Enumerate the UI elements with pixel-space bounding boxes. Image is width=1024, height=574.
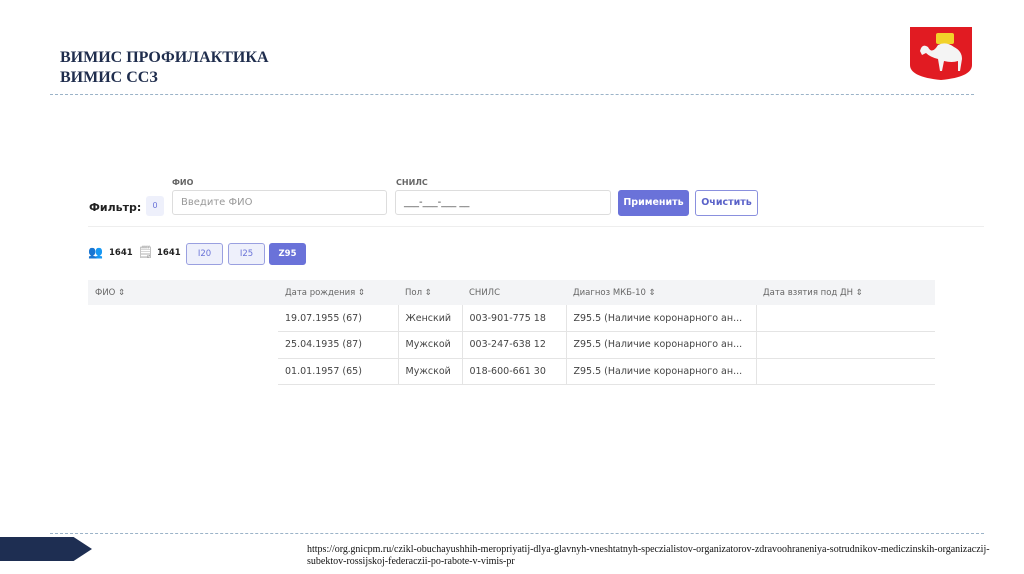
cell-dn-date (756, 331, 935, 359)
snils-label: СНИЛС (396, 178, 428, 187)
filter-label: Фильтр: (89, 201, 142, 214)
title-line-1: ВИМИС ПРОФИЛАКТИКА (60, 49, 269, 66)
cell-fio (88, 305, 278, 332)
records-count: 1641 (157, 248, 181, 258)
chip-z95[interactable]: Z95 (269, 243, 306, 265)
cell-diagnosis: Z95.5 (Наличие коронарного ан... (566, 331, 757, 359)
fio-input[interactable]: Введите ФИО (172, 190, 387, 215)
cell-snils: 003-247-638 12 (462, 331, 567, 359)
cell-birthdate: 01.01.1957 (65) (278, 358, 399, 385)
users-icon: 👥 (88, 245, 103, 259)
col-sex[interactable]: Пол ⇕ (398, 280, 462, 305)
footer-divider (50, 533, 984, 534)
col-diagnosis[interactable]: Диагноз МКБ-10 ⇕ (566, 280, 756, 305)
arrow-decoration-icon (0, 537, 92, 561)
snils-input[interactable]: ___-___-___ __ (395, 190, 611, 215)
col-fio[interactable]: ФИО ⇕ (88, 280, 278, 305)
table-row[interactable]: 01.01.1957 (65) Мужской 018-600-661 30 Z… (88, 358, 935, 385)
col-birthdate[interactable]: Дата рождения ⇕ (278, 280, 398, 305)
cell-sex: Мужской (398, 331, 463, 359)
source-url[interactable]: https://org.gnicpm.ru/czikl-obuchayushhi… (307, 544, 997, 568)
table-row[interactable]: 19.07.1955 (67) Женский 003-901-775 18 Z… (88, 305, 935, 332)
chip-i20[interactable]: I20 (186, 243, 223, 265)
chip-i25[interactable]: I25 (228, 243, 265, 265)
cell-birthdate: 19.07.1955 (67) (278, 305, 399, 332)
clear-button[interactable]: Очистить (695, 190, 758, 216)
cell-sex: Женский (398, 305, 463, 332)
cell-snils: 018-600-661 30 (462, 358, 567, 385)
document-check-icon: 🗒 (138, 245, 154, 259)
table-header: ФИО ⇕ Дата рождения ⇕ Пол ⇕ СНИЛС Диагно… (88, 280, 935, 305)
table-row[interactable]: 25.04.1935 (87) Мужской 003-247-638 12 Z… (88, 331, 935, 359)
cell-diagnosis: Z95.5 (Наличие коронарного ан... (566, 305, 757, 332)
cell-dn-date (756, 358, 935, 385)
col-dn-date[interactable]: Дата взятия под ДН ⇕ (756, 280, 935, 305)
cell-fio (88, 331, 278, 358)
fio-label: ФИО (172, 178, 194, 187)
cell-fio (88, 358, 278, 385)
apply-button[interactable]: Применить (618, 190, 689, 216)
patients-count: 1641 (109, 248, 133, 258)
slide-title: ВИМИС ПРОФИЛАКТИКА ВИМИС ССЗ (60, 48, 269, 88)
cell-sex: Мужской (398, 358, 463, 385)
cell-snils: 003-901-775 18 (462, 305, 567, 332)
chelyabinsk-emblem-icon (910, 27, 972, 80)
cell-diagnosis: Z95.5 (Наличие коронарного ан... (566, 358, 757, 385)
patients-table: ФИО ⇕ Дата рождения ⇕ Пол ⇕ СНИЛС Диагно… (88, 280, 935, 385)
cell-dn-date (756, 305, 935, 332)
col-snils: СНИЛС (462, 280, 566, 305)
filter-count-badge: 0 (146, 196, 164, 216)
header-divider (50, 94, 974, 95)
title-line-2: ВИМИС ССЗ (60, 69, 158, 86)
cell-birthdate: 25.04.1935 (87) (278, 331, 399, 359)
filter-divider (88, 226, 984, 227)
